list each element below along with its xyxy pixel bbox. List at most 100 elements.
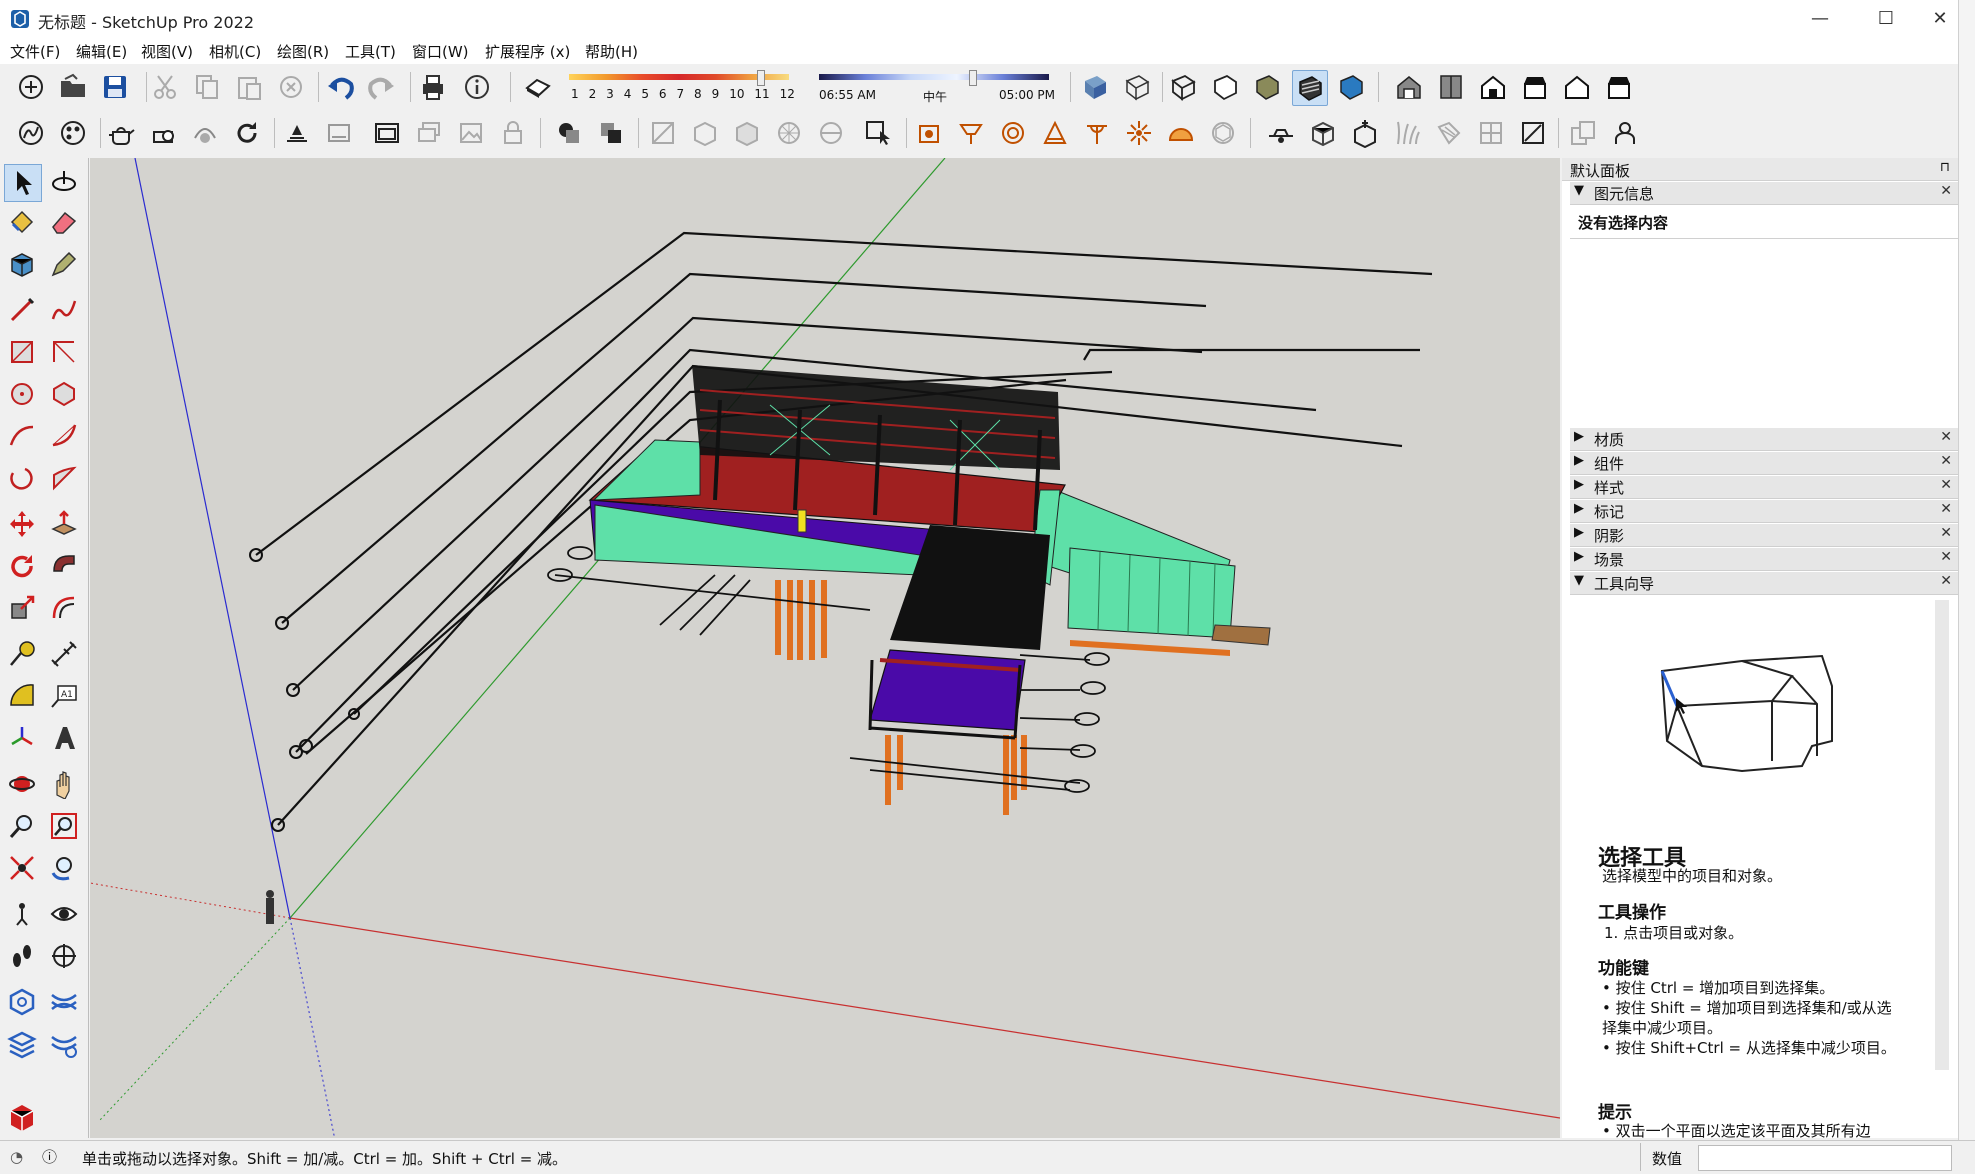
menu-camera[interactable]: 相机(C) [209, 41, 261, 62]
subtract-icon[interactable] [594, 116, 628, 150]
measurements-input[interactable] [1698, 1145, 1952, 1171]
shaded-textures-icon[interactable] [1292, 70, 1328, 106]
two-point-arc-icon[interactable] [46, 418, 82, 454]
section-materials[interactable]: ▶ 材质 ✕ [1570, 428, 1958, 451]
user-settings-icon[interactable] [1608, 116, 1642, 150]
select-tool-icon[interactable] [4, 164, 42, 202]
spotlight-icon[interactable] [954, 116, 988, 150]
dome-light-icon[interactable] [1164, 116, 1198, 150]
batch-render-icon[interactable] [412, 116, 446, 150]
previous-view-icon[interactable] [46, 850, 82, 886]
orbit-tool-icon[interactable] [46, 164, 82, 200]
grid-icon[interactable] [1474, 116, 1508, 150]
new-icon[interactable] [14, 70, 48, 104]
plane-icon[interactable] [1432, 116, 1466, 150]
arc-tool-icon[interactable] [4, 418, 40, 454]
sandbox-settings-icon[interactable] [46, 1026, 82, 1062]
top-view-icon[interactable] [1434, 70, 1468, 104]
section-cut-icon[interactable] [688, 116, 722, 150]
zoom-tool-icon[interactable] [4, 808, 40, 844]
back-edges-icon[interactable] [1120, 70, 1154, 104]
shaded-icon[interactable] [1250, 70, 1284, 104]
erase-icon[interactable] [274, 70, 308, 104]
fur-icon[interactable] [1390, 116, 1424, 150]
orbit-view-icon[interactable] [4, 766, 40, 802]
paste-icon[interactable] [232, 70, 266, 104]
mesh-light-icon[interactable] [1206, 116, 1240, 150]
left-view-icon[interactable] [1602, 70, 1636, 104]
menu-help[interactable]: 帮助(H) [585, 41, 638, 62]
rotate-tool-icon[interactable] [4, 548, 40, 584]
model-info-icon[interactable] [460, 70, 494, 104]
render-region-icon[interactable] [322, 116, 356, 150]
save-icon[interactable] [98, 70, 132, 104]
geo-location-icon[interactable]: ◔ [10, 1148, 23, 1166]
teapot-icon[interactable] [104, 116, 138, 150]
right-view-icon[interactable] [1518, 70, 1552, 104]
render-settings-icon[interactable] [188, 116, 222, 150]
zoom-window-icon[interactable] [46, 808, 82, 844]
minimize-button[interactable]: — [1790, 4, 1850, 34]
model-viewport[interactable] [90, 158, 1560, 1138]
model-canvas[interactable] [90, 158, 1560, 1138]
redo-icon[interactable] [364, 70, 398, 104]
maximize-button[interactable]: ☐ [1856, 4, 1916, 34]
rectangle-tool-icon[interactable] [4, 334, 40, 370]
duplicate-window-icon[interactable] [1566, 116, 1600, 150]
solar-settings-icon[interactable] [912, 116, 946, 150]
tape-measure-icon[interactable] [4, 636, 40, 672]
three-point-arc-icon[interactable] [4, 460, 40, 496]
close-icon[interactable]: ✕ [1940, 429, 1952, 445]
omni-light-icon[interactable] [1122, 116, 1156, 150]
protractor-icon[interactable] [4, 678, 40, 714]
close-icon[interactable]: ✕ [1940, 501, 1952, 517]
back-view-icon[interactable] [1560, 70, 1594, 104]
shadows-toggle-icon[interactable] [520, 70, 554, 104]
texture-grid-icon[interactable] [772, 116, 806, 150]
render-interactive-icon[interactable] [280, 116, 314, 150]
menu-draw[interactable]: 绘图(R) [277, 41, 329, 62]
monochrome-icon[interactable] [1334, 70, 1368, 104]
close-icon[interactable]: ✕ [1940, 573, 1952, 589]
walk-tool-icon[interactable] [4, 938, 40, 974]
circle-tool-icon[interactable] [4, 376, 40, 412]
section-plane-icon[interactable] [646, 116, 680, 150]
section-plane-tool-icon[interactable] [46, 938, 82, 974]
3d-text-icon[interactable] [46, 720, 82, 756]
text-tool-icon[interactable]: A1 [46, 678, 82, 714]
xray-icon[interactable] [1078, 70, 1112, 104]
open-folder-icon[interactable] [56, 70, 90, 104]
line-tool-icon[interactable] [4, 292, 40, 328]
styles-icon[interactable] [56, 116, 90, 150]
cut-icon[interactable] [148, 70, 182, 104]
iso-view-icon[interactable] [1392, 70, 1426, 104]
push-pull-icon[interactable] [46, 506, 82, 542]
copy-icon[interactable] [190, 70, 224, 104]
scale-tool-icon[interactable] [4, 590, 40, 626]
layers-icon[interactable] [4, 1026, 40, 1062]
refresh-render-icon[interactable] [230, 116, 264, 150]
follow-me-icon[interactable] [46, 548, 82, 584]
paint-bucket-icon[interactable] [4, 204, 40, 240]
section-fill-icon[interactable] [730, 116, 764, 150]
clipper-icon[interactable] [1516, 116, 1550, 150]
proxy-export-icon[interactable] [1348, 116, 1382, 150]
pin-icon[interactable]: ⊓ [1940, 160, 1950, 175]
proxy-icon[interactable] [1306, 116, 1340, 150]
close-icon[interactable]: ✕ [1940, 549, 1952, 565]
warehouse-icon[interactable] [4, 1098, 40, 1134]
close-icon[interactable]: ✕ [1940, 477, 1952, 493]
shadow-month-slider[interactable]: 1 2 3 4 5 6 7 8 9 10 11 12 [565, 70, 795, 106]
sphere-icon[interactable] [814, 116, 848, 150]
close-icon[interactable]: ✕ [1940, 525, 1952, 541]
section-scenes[interactable]: ▶ 场景 ✕ [1570, 548, 1958, 571]
zoom-extents-icon[interactable] [4, 850, 40, 886]
sandbox-scratch-icon[interactable] [46, 984, 82, 1020]
menu-edit[interactable]: 编辑(E) [76, 41, 127, 62]
sandbox-contours-icon[interactable] [4, 984, 40, 1020]
lock-render-icon[interactable] [496, 116, 530, 150]
dimension-tool-icon[interactable] [46, 636, 82, 672]
menu-extensions[interactable]: 扩展程序 (x) [485, 41, 570, 62]
rect-light-icon[interactable] [1038, 116, 1072, 150]
menu-tools[interactable]: 工具(T) [345, 41, 396, 62]
